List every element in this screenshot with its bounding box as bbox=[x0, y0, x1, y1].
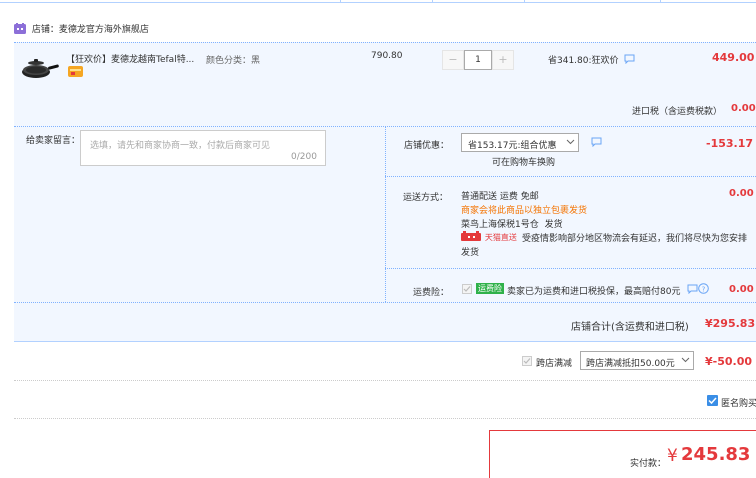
shipping-label: 运送方式： bbox=[403, 193, 449, 203]
tmall-direct-badge: 天猫直送 bbox=[461, 231, 517, 244]
chat-icon[interactable] bbox=[624, 54, 635, 67]
divider bbox=[14, 380, 756, 381]
help-icon[interactable]: ? bbox=[698, 283, 709, 297]
shop-discount-selected: 省153.17元:组合优惠 bbox=[468, 141, 557, 151]
message-label: 给卖家留言： bbox=[26, 136, 81, 146]
anonymous-label: 匿名购买 bbox=[721, 399, 756, 409]
quantity-plus-button[interactable]: + bbox=[492, 50, 514, 70]
cross-store-select[interactable]: 跨店满减抵扣50.00元 bbox=[580, 351, 694, 370]
insurance-value: 0.00 bbox=[729, 284, 754, 295]
top-border bbox=[0, 0, 756, 3]
insurance-label: 运费险： bbox=[413, 288, 450, 298]
shipping-warehouse: 菜鸟上海保税1号仓 发货 bbox=[461, 217, 563, 230]
anonymous-checkbox[interactable] bbox=[707, 395, 718, 406]
cross-store-checkbox[interactable] bbox=[522, 356, 532, 366]
shipping-value: 0.00 bbox=[729, 188, 754, 199]
tmall-cat-icon bbox=[461, 231, 481, 244]
item-discount: 省341.80:狂欢价 bbox=[548, 53, 635, 67]
shipping-method: 普通配送 运费 免邮 bbox=[461, 192, 539, 202]
warehouse-suffix: 发货 bbox=[544, 220, 563, 230]
shop-label: 店铺： bbox=[31, 25, 59, 35]
insurance-checkbox[interactable] bbox=[462, 284, 472, 294]
tmall-direct-label: 天猫直送 bbox=[484, 233, 517, 242]
header-divider bbox=[660, 0, 661, 3]
header-divider bbox=[340, 0, 341, 3]
warehouse-name: 菜鸟上海保税1号仓 bbox=[461, 220, 539, 230]
item-total: 449.00 bbox=[712, 51, 755, 64]
quantity-stepper: − 1 + bbox=[442, 50, 514, 70]
message-placeholder: 选填，请先和商家协商一致，付款后商家可见 bbox=[90, 141, 271, 151]
shipping-delay-note: 受疫情影响部分地区物流会有延迟，我们将尽快为您安排 bbox=[522, 234, 748, 244]
divider bbox=[14, 418, 756, 419]
svg-text:?: ? bbox=[702, 285, 706, 293]
shop-discount-note: 可在购物车换购 bbox=[492, 158, 556, 168]
message-counter: 0/200 bbox=[291, 152, 317, 162]
options-hline bbox=[385, 268, 756, 269]
chevron-down-icon bbox=[566, 137, 575, 149]
chat-icon[interactable] bbox=[687, 284, 698, 297]
pan-icon bbox=[22, 59, 59, 78]
options-hline bbox=[385, 176, 756, 177]
message-field[interactable]: 选填，请先和商家协商一致，付款后商家可见 0/200 bbox=[80, 130, 326, 166]
item-unit-price: 790.80 bbox=[371, 51, 403, 61]
import-tax-label: 进口税（含运费税款） bbox=[632, 107, 723, 117]
coupon-icon bbox=[68, 66, 83, 77]
item-discount-text: 省341.80:狂欢价 bbox=[548, 56, 619, 66]
insurance-tag: 运费险 bbox=[476, 283, 504, 294]
item-image[interactable] bbox=[20, 50, 60, 86]
item-title[interactable]: 【狂欢价】麦德龙越南Tefal特... bbox=[66, 52, 194, 65]
shop-discount-select[interactable]: 省153.17元:组合优惠 bbox=[461, 133, 579, 152]
shop-discount-value: -153.17 bbox=[706, 137, 754, 150]
pay-currency: ¥ bbox=[667, 446, 678, 466]
chat-icon[interactable] bbox=[591, 137, 602, 150]
import-tax-value: 0.00 bbox=[731, 103, 756, 114]
pay-amount: 245.83 bbox=[681, 444, 751, 465]
shop-header: 店铺：麦德龙官方海外旗舰店 bbox=[14, 22, 149, 36]
chevron-down-icon bbox=[681, 355, 690, 367]
tmall-icon bbox=[14, 22, 26, 37]
cross-store-value: ¥-50.00 bbox=[705, 355, 753, 368]
pay-label: 实付款： bbox=[630, 459, 667, 469]
shipping-delay-note-2: 发货 bbox=[461, 248, 480, 258]
quantity-input[interactable]: 1 bbox=[464, 50, 492, 70]
cross-store-selected: 跨店满减抵扣50.00元 bbox=[586, 359, 675, 369]
insurance-text: 卖家已为运费和进口税投保，最高赔付80元 bbox=[507, 287, 681, 297]
cross-store-label: 跨店满减 bbox=[536, 359, 573, 369]
options-divider bbox=[385, 126, 386, 302]
quantity-minus-button[interactable]: − bbox=[442, 50, 464, 70]
shipping-notice: 商家会将此商品以独立包裹发货 bbox=[461, 206, 588, 216]
shop-total-value: ¥295.83 bbox=[705, 317, 756, 330]
item-sku: 颜色分类：黑 bbox=[206, 56, 261, 66]
header-divider bbox=[524, 0, 525, 3]
shop-discount-label: 店铺优惠： bbox=[404, 141, 450, 151]
shop-total-label: 店铺合计(含运费和进口税) bbox=[571, 322, 689, 333]
shop-name[interactable]: 麦德龙官方海外旗舰店 bbox=[59, 25, 149, 35]
header-divider bbox=[432, 0, 433, 3]
